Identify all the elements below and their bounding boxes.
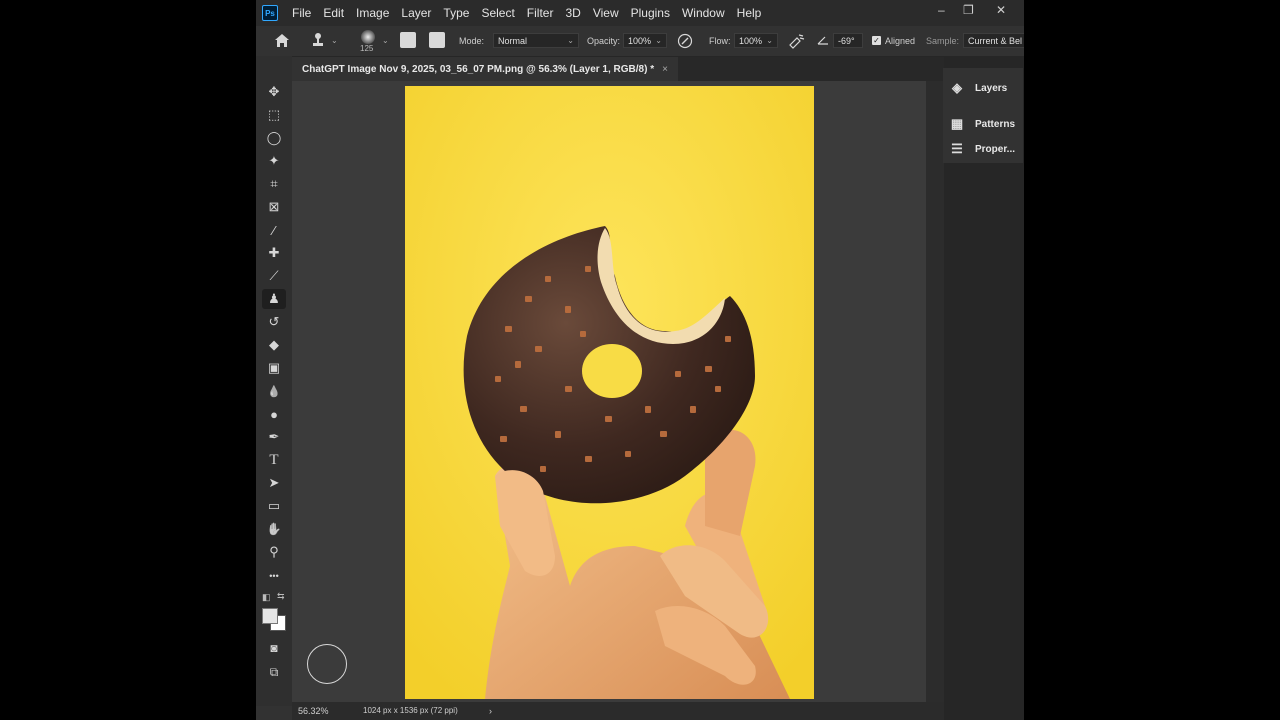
airbrush-icon[interactable]	[788, 33, 805, 49]
more-tools-icon[interactable]: •••	[262, 566, 286, 586]
hand-tool-icon[interactable]: ✋	[262, 519, 286, 539]
gradient-tool-icon[interactable]: ▣	[262, 358, 286, 378]
layers-label: Layers	[975, 82, 1008, 94]
patterns-label: Patterns	[975, 118, 1016, 130]
zoom-tool-icon[interactable]: ⚲	[262, 542, 286, 562]
foreground-color-swatch[interactable]	[262, 608, 278, 624]
close-document-icon[interactable]: ×	[662, 64, 668, 75]
flow-label: Flow:	[709, 36, 731, 46]
aligned-label: Aligned	[885, 36, 916, 46]
brush-tool-icon[interactable]: ⟋	[262, 266, 286, 286]
angle-value: -69°	[838, 35, 855, 46]
aligned-checkbox[interactable]: ✓	[872, 36, 881, 45]
options-bar: ⌄ 125 ⌄ Mode: Normal ⌄ Opacity: 100% ⌄ Flo…	[256, 26, 1024, 57]
clone-stamp-preset-icon[interactable]	[310, 32, 326, 48]
flow-value: 100%	[739, 35, 763, 46]
pressure-opacity-icon[interactable]	[677, 33, 693, 49]
crop-tool-icon[interactable]: ⌗	[262, 174, 286, 194]
photoshop-logo-icon[interactable]: Ps	[262, 5, 278, 21]
menu-help[interactable]: Help	[731, 6, 768, 20]
opacity-field[interactable]: 100% ⌄	[623, 33, 667, 48]
swap-colors-icon[interactable]: ⇆	[277, 591, 285, 602]
rectangle-tool-icon[interactable]: ▭	[262, 496, 286, 516]
opacity-value: 100%	[628, 35, 652, 46]
default-colors-icon[interactable]: ◧	[262, 592, 271, 603]
menu-edit[interactable]: Edit	[317, 6, 350, 20]
flow-field[interactable]: 100% ⌄	[734, 33, 778, 48]
close-window-button[interactable]: ✕	[996, 3, 1006, 17]
mode-value: Normal	[498, 35, 528, 46]
menu-layer[interactable]: Layer	[395, 6, 437, 20]
marquee-tool-icon[interactable]: ⬚	[262, 105, 286, 125]
angle-icon	[817, 36, 828, 45]
menu-plugins[interactable]: Plugins	[625, 6, 676, 20]
sample-dropdown[interactable]: Current & Bel	[963, 33, 1024, 48]
type-tool-icon[interactable]: T	[262, 450, 286, 470]
opacity-label: Opacity:	[587, 36, 621, 46]
patterns-icon: ▦	[950, 116, 964, 131]
properties-icon: ☰	[951, 141, 963, 156]
brush-cursor	[307, 644, 347, 684]
menu-3d[interactable]: 3D	[559, 6, 586, 20]
menu-image[interactable]: Image	[350, 6, 395, 20]
minimize-button[interactable]: –	[938, 3, 945, 17]
path-selection-tool-icon[interactable]: ➤	[262, 473, 286, 493]
properties-label: Proper...	[975, 143, 1016, 155]
preset-chevron-down-icon[interactable]: ⌄	[331, 36, 338, 45]
brush-chevron-down-icon[interactable]: ⌄	[382, 36, 389, 45]
brush-preview-icon[interactable]	[361, 30, 375, 44]
lasso-tool-icon[interactable]: ◯	[262, 128, 286, 148]
canvas-image[interactable]	[405, 86, 814, 699]
panel-group: ◈ Layers ▦ Patterns ☰ Proper...	[943, 68, 1023, 163]
eraser-tool-icon[interactable]: ◆	[262, 335, 286, 355]
menu-type[interactable]: Type	[437, 6, 475, 20]
move-tool-icon[interactable]: ✥	[262, 82, 286, 102]
menu-view[interactable]: View	[587, 6, 625, 20]
patterns-panel-button[interactable]: ▦ Patterns	[949, 116, 1015, 132]
opacity-chevron-down-icon: ⌄	[655, 36, 662, 45]
document-info: 1024 px x 1536 px (72 ppi)	[363, 706, 458, 715]
vertical-scrollbar[interactable]	[926, 81, 944, 702]
history-brush-tool-icon[interactable]: ↺	[262, 312, 286, 332]
frame-tool-icon[interactable]: ⊠	[262, 197, 286, 217]
magic-wand-tool-icon[interactable]: ✦	[262, 151, 286, 171]
status-bar: 56.32% 1024 px x 1536 px (72 ppi) ›	[292, 702, 944, 720]
home-icon[interactable]	[274, 33, 290, 48]
clone-source-icon[interactable]	[429, 32, 445, 48]
document-tab[interactable]: ChatGPT Image Nov 9, 2025, 03_56_07 PM.p…	[292, 57, 678, 81]
dodge-tool-icon[interactable]: ●	[262, 404, 286, 424]
blur-tool-icon[interactable]: 💧	[262, 381, 286, 401]
menu-bar: Ps File Edit Image Layer Type Select Fil…	[256, 0, 1024, 26]
clone-stamp-tool-icon[interactable]: ♟	[262, 289, 286, 309]
screen-mode-icon[interactable]: ⧉	[262, 662, 286, 682]
layers-panel-button[interactable]: ◈ Layers	[949, 80, 1007, 96]
menu-file[interactable]: File	[286, 6, 317, 20]
healing-brush-tool-icon[interactable]: ✚	[262, 243, 286, 263]
pen-tool-icon[interactable]: ✒	[262, 427, 286, 447]
mode-dropdown[interactable]: Normal ⌄	[493, 33, 579, 48]
angle-field[interactable]: -69°	[833, 33, 863, 48]
sample-label: Sample:	[926, 36, 960, 46]
document-tab-bar: ChatGPT Image Nov 9, 2025, 03_56_07 PM.p…	[292, 57, 944, 81]
photoshop-window: Ps File Edit Image Layer Type Select Fil…	[256, 0, 1024, 720]
mode-label: Mode:	[459, 36, 485, 46]
sample-value: Current & Bel	[968, 35, 1023, 46]
menu-window[interactable]: Window	[676, 6, 731, 20]
eyedropper-tool-icon[interactable]: ⁄	[262, 220, 286, 240]
document-title: ChatGPT Image Nov 9, 2025, 03_56_07 PM.p…	[302, 63, 655, 75]
flow-chevron-down-icon: ⌄	[766, 36, 773, 45]
brush-settings-icon[interactable]	[400, 32, 416, 48]
mode-chevron-down-icon: ⌄	[567, 36, 574, 45]
layers-icon: ◈	[952, 80, 962, 95]
properties-panel-button[interactable]: ☰ Proper...	[949, 141, 1015, 157]
zoom-level[interactable]: 56.32%	[298, 706, 329, 716]
status-arrow-icon[interactable]: ›	[489, 706, 492, 716]
restore-button[interactable]: ❐	[963, 3, 974, 17]
menu-select[interactable]: Select	[475, 6, 520, 20]
brush-size-value: 125	[360, 44, 374, 53]
tools-panel: ✥ ⬚ ◯ ✦ ⌗ ⊠ ⁄ ✚ ⟋ ♟ ↺ ◆ ▣ 💧 ● ✒ T ➤ ▭ ✋ …	[256, 56, 292, 706]
menu-filter[interactable]: Filter	[521, 6, 560, 20]
quick-mask-icon[interactable]: ◙	[262, 638, 286, 658]
